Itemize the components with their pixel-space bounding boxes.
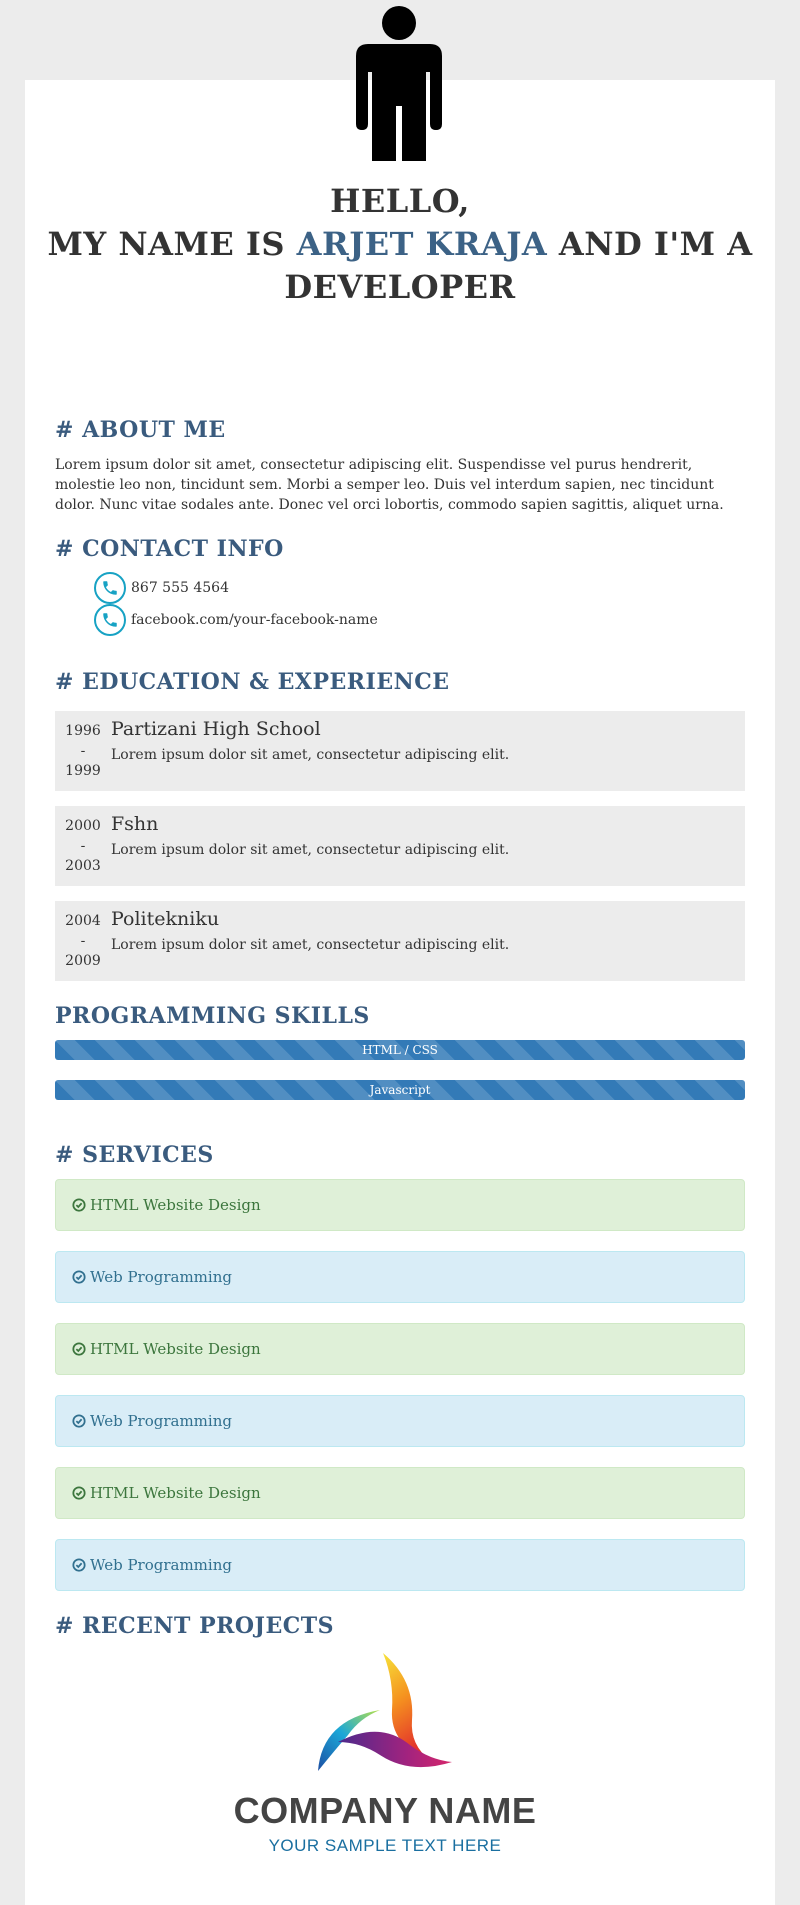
service-item: HTML Website Design [55, 1323, 745, 1375]
education-item: 2004 - 2009 Politekniku Lorem ipsum dolo… [55, 901, 745, 981]
contact-phone-text: 867 555 4564 [131, 580, 229, 596]
education-start: 2000 [65, 818, 101, 834]
check-circle-icon [72, 1342, 86, 1356]
contact-title: # CONTACT INFO [55, 536, 284, 562]
check-circle-icon [72, 1414, 86, 1428]
service-item: Web Programming [55, 1251, 745, 1303]
check-circle-icon [72, 1270, 86, 1284]
about-title: # ABOUT ME [55, 417, 226, 443]
hero-greeting: HELLO, [330, 182, 470, 220]
education-sep: - [80, 838, 86, 854]
hero-role: DEVELOPER [284, 268, 516, 306]
check-circle-icon [72, 1558, 86, 1572]
hero-heading: HELLO, MY NAME IS ARJET KRAJA AND I'M A … [25, 180, 775, 309]
service-label: HTML Website Design [90, 1196, 261, 1214]
education-desc: Lorem ipsum dolor sit amet, consectetur … [111, 937, 510, 953]
education-end: 2003 [65, 858, 101, 874]
hero-prefix: MY NAME IS [47, 225, 297, 263]
contact-facebook-text[interactable]: facebook.com/your-facebook-name [131, 612, 378, 628]
education-desc: Lorem ipsum dolor sit amet, consectetur … [111, 747, 510, 763]
service-label: HTML Website Design [90, 1340, 261, 1358]
person-icon [356, 6, 442, 161]
education-years: 2004 - 2009 [65, 911, 101, 971]
check-circle-icon [72, 1486, 86, 1500]
contact-item-phone: 867 555 4564 [94, 572, 229, 604]
education-years: 2000 - 2003 [65, 816, 101, 876]
education-years: 1996 - 1999 [65, 721, 101, 781]
education-desc: Lorem ipsum dolor sit amet, consectetur … [111, 842, 510, 858]
education-institution: Partizani High School [111, 718, 321, 740]
skill-bar-javascript: Javascript [55, 1080, 745, 1100]
service-label: HTML Website Design [90, 1484, 261, 1502]
education-institution: Politekniku [111, 908, 220, 930]
phone-icon [94, 572, 126, 604]
education-title: # EDUCATION & EXPERIENCE [55, 669, 450, 695]
service-label: Web Programming [90, 1556, 232, 1574]
education-start: 1996 [65, 723, 101, 739]
education-sep: - [80, 933, 86, 949]
education-item: 2000 - 2003 Fshn Lorem ipsum dolor sit a… [55, 806, 745, 886]
phone-icon [94, 604, 126, 636]
education-institution: Fshn [111, 813, 159, 835]
hero-suffix: AND I'M A [547, 225, 753, 263]
skills-title: PROGRAMMING SKILLS [55, 1003, 370, 1029]
service-label: Web Programming [90, 1412, 232, 1430]
education-sep: - [80, 743, 86, 759]
check-circle-icon [72, 1198, 86, 1212]
about-text: Lorem ipsum dolor sit amet, consectetur … [55, 457, 724, 513]
education-start: 2004 [65, 913, 101, 929]
education-end: 2009 [65, 953, 101, 969]
service-item: Web Programming [55, 1395, 745, 1447]
education-item: 1996 - 1999 Partizani High School Lorem … [55, 711, 745, 791]
service-item: Web Programming [55, 1539, 745, 1591]
service-label: Web Programming [90, 1268, 232, 1286]
service-item: HTML Website Design [55, 1179, 745, 1231]
company-name: COMPANY NAME [233, 1790, 537, 1831]
hero-name: ARJET KRAJA [296, 225, 548, 263]
projects-title: # RECENT PROJECTS [55, 1613, 334, 1639]
company-tagline: YOUR SAMPLE TEXT HERE [268, 1836, 502, 1855]
education-end: 1999 [65, 763, 101, 779]
service-item: HTML Website Design [55, 1467, 745, 1519]
services-title: # SERVICES [55, 1142, 214, 1168]
hero-name-line: MY NAME IS ARJET KRAJA AND I'M A [25, 223, 775, 266]
skill-bar-html-css: HTML / CSS [55, 1040, 745, 1060]
contact-item-facebook: facebook.com/your-facebook-name [94, 604, 378, 636]
